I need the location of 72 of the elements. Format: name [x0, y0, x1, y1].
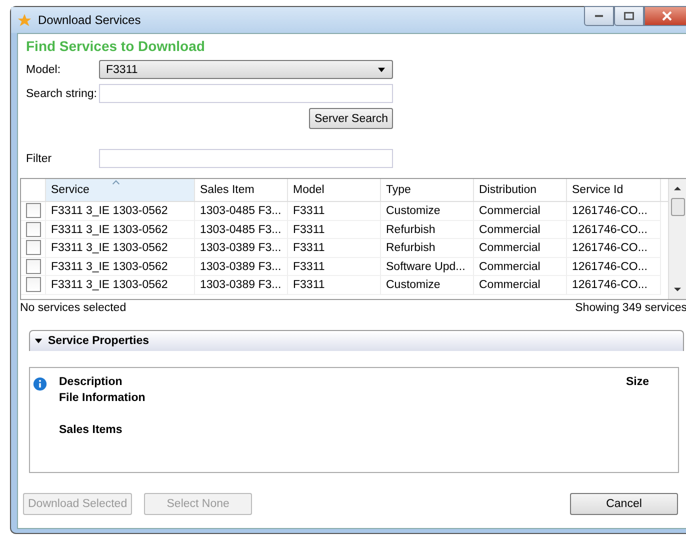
property-label: File Information	[59, 391, 146, 406]
table-cell: F3311 3_IE 1303-0562	[46, 220, 195, 239]
table-cell: Commercial	[474, 220, 567, 239]
table-cell: Software Upd...	[381, 258, 474, 276]
model-dropdown[interactable]: F3311	[99, 60, 393, 79]
table-cell: 1261746-CO...	[567, 276, 661, 294]
scroll-up-icon	[673, 185, 682, 192]
row-checkbox[interactable]	[26, 258, 40, 274]
scroll-thumb[interactable]	[670, 198, 684, 216]
table-cell: 1303-0389 F3...	[195, 276, 288, 294]
section-header[interactable]: Service Properties	[29, 330, 684, 351]
table-cell: Commercial	[474, 202, 567, 220]
table-cell: Customize	[381, 276, 474, 294]
row-checkbox[interactable]	[26, 222, 40, 237]
info-icon	[33, 377, 47, 391]
scroll-down-icon	[673, 286, 682, 293]
minimize-icon	[595, 15, 603, 17]
table-cell: 1303-0389 F3...	[195, 258, 288, 276]
table-cell: Commercial	[474, 258, 567, 276]
table-cell: 1261746-CO...	[567, 258, 661, 276]
table-cell: F3311	[288, 239, 381, 258]
table-cell: Customize	[381, 202, 474, 220]
column-header[interactable]: Sales Item	[195, 179, 288, 201]
table-cell: 1261746-CO...	[567, 202, 661, 220]
search-field[interactable]	[99, 84, 393, 103]
table-cell: F3311 3_IE 1303-0562	[46, 258, 195, 276]
server-search-button[interactable]: Server Search	[309, 108, 393, 129]
field-label: Search string:	[26, 88, 98, 100]
window-title: Download Services	[38, 13, 142, 27]
dropdown-arrow-icon	[377, 66, 386, 73]
table-cell: 1303-0389 F3...	[195, 239, 288, 258]
table-cell: F3311	[288, 202, 381, 220]
minimize-button[interactable]	[584, 6, 614, 26]
table-cell: Refurbish	[381, 220, 474, 239]
property-label: Sales Items	[59, 423, 122, 438]
table-cell: F3311 3_IE 1303-0562	[46, 276, 195, 294]
table-cell: F3311 3_IE 1303-0562	[46, 202, 195, 220]
section-title: Service Properties	[48, 335, 150, 347]
expanded-arrow-icon	[34, 336, 43, 346]
table-cell: Commercial	[474, 276, 567, 294]
selection-status: No services selected	[20, 302, 126, 314]
star-icon	[17, 12, 32, 28]
row-checkbox[interactable]	[26, 240, 40, 256]
dialog-heading: Find Services to Download	[26, 38, 206, 54]
table-cell: 1261746-CO...	[567, 220, 661, 239]
table-cell: 1261746-CO...	[567, 239, 661, 258]
table-cell: Commercial	[474, 239, 567, 258]
close-button[interactable]	[644, 6, 686, 26]
vertical-scrollbar[interactable]	[668, 179, 686, 299]
filter-field[interactable]	[99, 149, 393, 168]
column-header[interactable]: Distribution	[474, 179, 567, 201]
table-cell: 1303-0485 F3...	[195, 220, 288, 239]
column-header[interactable]: Service	[46, 179, 195, 201]
table-cell: F3311	[288, 258, 381, 276]
table-cell: F3311 3_IE 1303-0562	[46, 239, 195, 258]
field-label: Filter	[26, 152, 53, 164]
field-label: Model:	[26, 64, 62, 76]
column-header[interactable]: Service Id	[567, 179, 661, 201]
table-cell: F3311	[288, 220, 381, 239]
maximize-button[interactable]	[614, 6, 644, 26]
property-label: Description	[59, 375, 122, 390]
column-header[interactable]: Type	[381, 179, 474, 201]
row-checkbox[interactable]	[26, 203, 40, 218]
dialog-button[interactable]: Cancel	[570, 493, 678, 515]
close-icon	[662, 11, 672, 21]
row-checkbox[interactable]	[26, 277, 40, 292]
table-cell: Refurbish	[381, 239, 474, 258]
maximize-icon	[624, 12, 634, 20]
table-cell: F3311	[288, 276, 381, 294]
property-label: Size	[626, 375, 649, 390]
column-header[interactable]: Model	[288, 179, 381, 201]
table-cell: 1303-0485 F3...	[195, 202, 288, 220]
